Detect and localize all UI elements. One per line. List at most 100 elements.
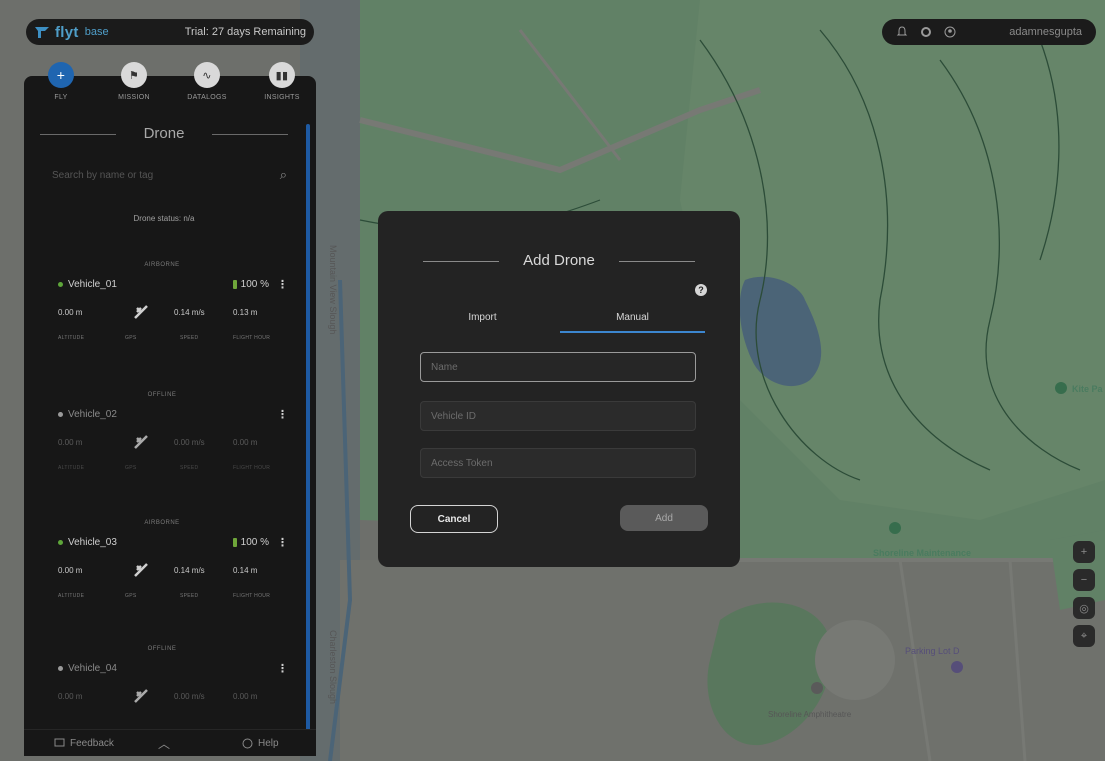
add-drone-dialog: Add Drone ? Import Manual Cancel Add <box>378 211 740 567</box>
recenter-icon[interactable]: ◎ <box>1073 597 1095 619</box>
online-indicator <box>58 540 63 545</box>
route-icon: ∿ <box>194 62 220 88</box>
altitude-value: 0.00 m <box>58 566 83 575</box>
vehicle-menu-icon[interactable]: ⋮ <box>277 662 288 675</box>
battery-level: 100 % <box>240 279 269 290</box>
feedback-label: Feedback <box>70 737 114 749</box>
battery-icon <box>232 280 237 289</box>
help-icon[interactable]: ? <box>695 284 707 296</box>
feedback-icon <box>54 738 65 746</box>
speed-value: 0.00 m/s <box>174 692 205 701</box>
nav-label: DATALOGS <box>187 94 227 101</box>
drone-panel: Drone Search by name or tag ⌕ Drone stat… <box>24 76 316 756</box>
flight-hour-value: 0.00 m <box>233 692 258 701</box>
nav-datalogs[interactable]: ∿ DATALOGS <box>177 62 237 101</box>
flight-hour-label: FLIGHT HOUR <box>233 593 271 599</box>
vehicle-name: Vehicle_02 <box>68 409 117 420</box>
vehicle-status: OFFLINE <box>147 392 177 398</box>
drone-search[interactable]: Search by name or tag ⌕ <box>52 164 287 186</box>
battery-level: 100 % <box>240 537 269 548</box>
nav-insights[interactable]: ▮▮ INSIGHTS <box>252 62 312 101</box>
flight-hour-value: 0.13 m <box>233 308 258 317</box>
altitude-value: 0.00 m <box>58 692 83 701</box>
vehicle-menu-icon[interactable]: ⋮ <box>277 536 288 549</box>
flight-hour-label: FLIGHT HOUR <box>233 465 271 471</box>
vehicle-status: AIRBORNE <box>144 520 180 526</box>
access-token-field[interactable] <box>420 448 696 478</box>
help-label: Help <box>258 737 279 749</box>
panel-scrollbar[interactable] <box>306 124 310 754</box>
offline-indicator <box>58 412 63 417</box>
vehicle-status: AIRBORNE <box>144 262 180 268</box>
nav-fly[interactable]: + FLY <box>31 62 91 101</box>
name-field[interactable] <box>420 352 696 382</box>
map-label-kite: Kite Pa <box>1072 384 1103 394</box>
tab-manual[interactable]: Manual <box>560 307 705 337</box>
drone-search-placeholder: Search by name or tag <box>52 169 154 181</box>
user-bar: adamnesgupta <box>882 19 1096 45</box>
vehicle-status: OFFLINE <box>147 646 177 652</box>
vehicle-name: Vehicle_03 <box>68 537 117 548</box>
chevron-up-icon[interactable]: ︿ <box>158 735 170 752</box>
tab-import[interactable]: Import <box>410 307 555 337</box>
nav-label: FLY <box>54 94 68 101</box>
vehicle-card[interactable]: AIRBORNE Vehicle_01 100 % ⋮ 0.00 m 0.14 … <box>24 262 304 372</box>
nav-mission[interactable]: ⚑ MISSION <box>104 62 164 101</box>
help-icon <box>242 738 253 748</box>
vehicle-menu-icon[interactable]: ⋮ <box>277 278 288 291</box>
settings-icon[interactable] <box>920 26 932 38</box>
trial-status[interactable]: Trial: 27 days Remaining <box>185 26 306 38</box>
feedback-button[interactable]: Feedback <box>54 738 114 749</box>
cancel-button[interactable]: Cancel <box>410 505 498 533</box>
map-label-parking: Parking Lot D <box>905 646 960 656</box>
vehicle-card[interactable]: OFFLINE Vehicle_02 ⋮ 0.00 m 0.00 m/s 0.0… <box>24 392 304 502</box>
title-divider <box>619 261 695 262</box>
zoom-in-icon[interactable]: + <box>1073 541 1095 563</box>
altitude-value: 0.00 m <box>58 308 83 317</box>
vehicle-menu-icon[interactable]: ⋮ <box>277 408 288 421</box>
map-label-amphitheatre: Shoreline Amphitheatre <box>768 710 852 719</box>
zoom-out-icon[interactable]: − <box>1073 569 1095 591</box>
notification-icon[interactable] <box>896 26 908 38</box>
search-icon[interactable]: ⌕ <box>280 167 287 183</box>
flight-hour-label: FLIGHT HOUR <box>233 335 271 341</box>
help-button[interactable]: Help <box>242 738 279 749</box>
speed-value: 0.00 m/s <box>174 438 205 447</box>
main-nav: + FLY ⚑ MISSION ∿ DATALOGS ▮▮ INSIGHTS <box>24 62 316 122</box>
drone-status-text: Drone status: n/a <box>133 214 195 223</box>
add-button[interactable]: Add <box>620 505 708 531</box>
insights-icon: ▮▮ <box>269 62 295 88</box>
vehicle-name: Vehicle_04 <box>68 663 117 674</box>
map-label-poi: Shoreline Maintenance <box>873 548 972 558</box>
nav-label: INSIGHTS <box>264 94 300 101</box>
vehicle-name: Vehicle_01 <box>68 279 117 290</box>
altitude-label: ALTITUDE <box>58 593 85 599</box>
map-label-slough: Charleston Slough <box>328 630 338 705</box>
brand-name: flyt <box>55 23 79 41</box>
brand-sub: base <box>84 26 109 38</box>
vehicle-id-field[interactable] <box>420 401 696 431</box>
map-label-road: Mountain View Slough <box>328 245 338 335</box>
gps-label: GPS <box>125 465 137 471</box>
offline-indicator <box>58 666 63 671</box>
nav-label: MISSION <box>118 94 150 101</box>
compass-icon[interactable]: ⌖ <box>1073 625 1095 647</box>
panel-title: Drone <box>24 125 304 142</box>
altitude-value: 0.00 m <box>58 438 83 447</box>
flag-icon: ⚑ <box>121 62 147 88</box>
plus-icon: + <box>48 62 74 88</box>
speed-label: SPEED <box>180 593 199 599</box>
app-logo[interactable]: flyt base <box>34 24 109 41</box>
battery-icon <box>232 538 237 547</box>
speed-label: SPEED <box>180 465 199 471</box>
username[interactable]: adamnesgupta <box>1009 26 1082 38</box>
dialog-title: Add Drone <box>523 252 595 269</box>
vehicle-card[interactable]: AIRBORNE Vehicle_03 100 % ⋮ 0.00 m 0.14 … <box>24 520 304 630</box>
gps-label: GPS <box>125 593 137 599</box>
online-indicator <box>58 282 63 287</box>
speed-label: SPEED <box>180 335 199 341</box>
altitude-label: ALTITUDE <box>58 465 85 471</box>
account-icon[interactable] <box>944 26 956 38</box>
speed-value: 0.14 m/s <box>174 566 205 575</box>
title-divider <box>423 261 499 262</box>
